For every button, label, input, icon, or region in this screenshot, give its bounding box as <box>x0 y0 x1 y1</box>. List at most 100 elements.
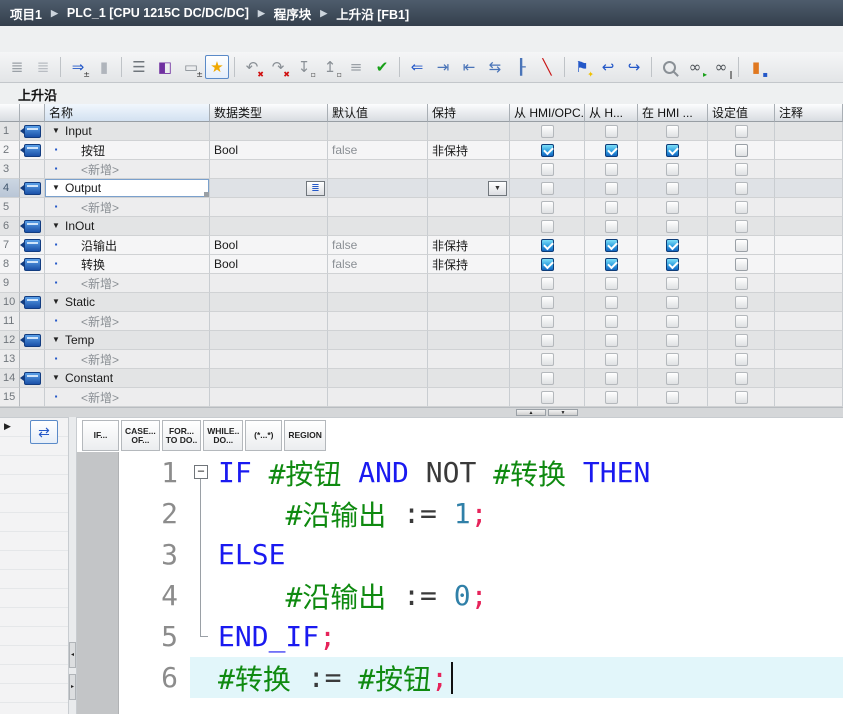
comment-cell[interactable] <box>775 198 843 217</box>
default-value-cell[interactable]: false <box>328 255 428 274</box>
table-row[interactable]: 5▪<新增> <box>0 198 843 217</box>
name-cell[interactable]: ▼InOut <box>45 217 210 236</box>
datatype-cell[interactable] <box>210 369 328 388</box>
default-value-cell[interactable] <box>328 369 428 388</box>
from-hmi-checkbox[interactable] <box>605 201 618 214</box>
hmi-opc-checkbox[interactable] <box>541 372 554 385</box>
row-number[interactable]: 3 <box>0 160 20 179</box>
default-value-cell[interactable] <box>328 331 428 350</box>
table-row[interactable]: 11▪<新增> <box>0 312 843 331</box>
setpoint-checkbox[interactable] <box>735 334 748 347</box>
default-value-cell[interactable] <box>328 274 428 293</box>
in-hmi-checkbox[interactable] <box>666 258 679 271</box>
datatype-cell[interactable] <box>210 388 328 407</box>
setpoint-checkbox[interactable] <box>735 353 748 366</box>
name-cell[interactable]: ▪<新增> <box>45 388 210 407</box>
in-hmi-checkbox[interactable] <box>666 163 679 176</box>
default-value-cell[interactable]: false <box>328 141 428 160</box>
breadcrumb-plc[interactable]: PLC_1 [CPU 1215C DC/DC/DC] <box>67 6 249 20</box>
name-cell[interactable]: ▪转换 <box>45 255 210 274</box>
name-cell[interactable]: ▼Input <box>45 122 210 141</box>
column-header[interactable]: 名称 <box>45 104 210 122</box>
datatype-cell[interactable] <box>210 331 328 350</box>
table-row[interactable]: 8▪转换Boolfalse非保持 <box>0 255 843 274</box>
find-replace-button[interactable] <box>657 55 681 79</box>
table-row[interactable]: 13 ▪<新增> <box>0 350 843 369</box>
snippet-for-to-do-button[interactable]: FOR...TO DO.. <box>162 420 202 451</box>
insert-row-button[interactable]: ≣ <box>5 55 29 79</box>
in-hmi-checkbox[interactable] <box>666 182 679 195</box>
favorites-button[interactable]: ★ <box>205 55 229 79</box>
hmi-opc-checkbox[interactable] <box>541 201 554 214</box>
default-value-cell[interactable] <box>328 179 428 198</box>
hmi-opc-checkbox[interactable] <box>541 334 554 347</box>
redo-button[interactable]: ↷✖ <box>266 55 290 79</box>
in-hmi-checkbox[interactable] <box>666 391 679 404</box>
row-number[interactable]: 10 <box>0 293 20 312</box>
snippet-comment-button[interactable]: (*...*) <box>245 420 282 451</box>
hmi-opc-checkbox[interactable] <box>541 315 554 328</box>
comment-cell[interactable] <box>775 179 843 198</box>
comment-cell[interactable] <box>775 312 843 331</box>
from-hmi-checkbox[interactable] <box>605 296 618 309</box>
row-number[interactable]: 8 <box>0 255 20 274</box>
retain-cell[interactable]: 非保持 <box>428 141 510 160</box>
in-hmi-checkbox[interactable] <box>666 315 679 328</box>
column-header[interactable]: 在 HMI ... <box>638 104 708 122</box>
comment-cell[interactable] <box>775 293 843 312</box>
in-hmi-checkbox[interactable] <box>666 372 679 385</box>
default-value-cell[interactable] <box>328 122 428 141</box>
row-number[interactable]: 9 <box>0 274 20 293</box>
compile-button[interactable]: ✔ <box>370 55 394 79</box>
column-header[interactable]: 设定值 <box>708 104 775 122</box>
column-header[interactable]: 从 H... <box>585 104 638 122</box>
row-number[interactable]: 6 <box>0 217 20 236</box>
row-number[interactable]: 13 <box>0 350 20 369</box>
setpoint-checkbox[interactable] <box>735 182 748 195</box>
block-comments-button[interactable]: ▭± <box>179 55 203 79</box>
collapse-panel-right-button[interactable]: ▸ <box>69 674 76 700</box>
breadcrumb-program-blocks[interactable]: 程序块 <box>274 4 312 23</box>
datatype-select-button[interactable]: ≣ <box>306 181 325 196</box>
default-value-cell[interactable] <box>328 350 428 369</box>
set-bookmark-button[interactable]: ⚑✦ <box>570 55 594 79</box>
retain-cell[interactable] <box>428 274 510 293</box>
splitter-collapse-up-button[interactable]: ▲ <box>516 409 546 416</box>
name-cell[interactable]: ▪<新增> <box>45 198 210 217</box>
name-cell[interactable]: ▪<新增> <box>45 160 210 179</box>
retain-cell[interactable] <box>428 160 510 179</box>
expand-panel-arrow-icon[interactable]: ▶ <box>4 421 11 432</box>
comment-cell[interactable] <box>775 369 843 388</box>
in-hmi-checkbox[interactable] <box>666 353 679 366</box>
code-line[interactable]: 2 #沿输出 := 1; <box>118 493 843 534</box>
in-hmi-checkbox[interactable] <box>666 334 679 347</box>
monitoring-off-button[interactable]: ∞‖ <box>709 55 733 79</box>
table-row[interactable]: 10 ▼Static <box>0 293 843 312</box>
hmi-opc-checkbox[interactable] <box>541 239 554 252</box>
upload-snapshot-button[interactable]: ↥▫ <box>318 55 342 79</box>
setpoint-checkbox[interactable] <box>735 277 748 290</box>
snippet-if-button[interactable]: IF... <box>82 420 119 451</box>
name-cell[interactable]: ▪<新增> <box>45 350 210 369</box>
section-collapse-icon[interactable]: ▼ <box>49 336 63 344</box>
section-collapse-icon[interactable]: ▼ <box>49 127 63 135</box>
setpoint-checkbox[interactable] <box>735 391 748 404</box>
column-header[interactable]: 默认值 <box>328 104 428 122</box>
collapse-panel-left-button[interactable]: ◂ <box>69 642 76 668</box>
comment-cell[interactable] <box>775 274 843 293</box>
datatype-cell[interactable] <box>210 274 328 293</box>
breadcrumb-project[interactable]: 项目1 <box>10 4 42 23</box>
datatype-cell[interactable]: ≣ <box>210 179 328 198</box>
in-hmi-checkbox[interactable] <box>666 220 679 233</box>
table-row[interactable]: 4▼Output≣▼ <box>0 179 843 198</box>
retain-cell[interactable] <box>428 312 510 331</box>
row-number[interactable]: 15 <box>0 388 20 407</box>
block-structure-button[interactable]: ☰ <box>127 55 151 79</box>
in-hmi-checkbox[interactable] <box>666 201 679 214</box>
hmi-opc-checkbox[interactable] <box>541 296 554 309</box>
name-cell[interactable]: ▪沿输出 <box>45 236 210 255</box>
add-row-button[interactable]: ≣ <box>31 55 55 79</box>
name-cell[interactable]: ▼Output <box>45 179 210 198</box>
previous-bookmark-button[interactable]: ↩ <box>596 55 620 79</box>
name-cell[interactable]: ▼Static <box>45 293 210 312</box>
